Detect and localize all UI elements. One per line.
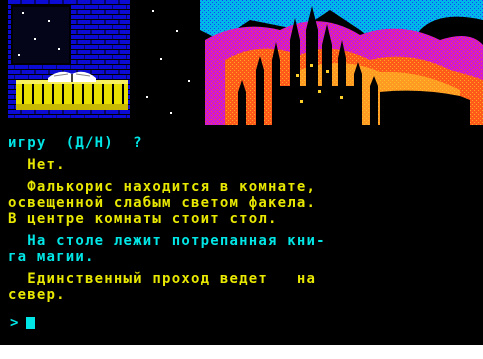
- game-screen: игру (Д/Н) ? Нет. Фалькорис находится в …: [0, 0, 483, 345]
- log-line: В центре комнаты стоит стол.: [8, 211, 278, 227]
- table: [16, 80, 128, 110]
- scene-illustration: [0, 0, 483, 125]
- log-line: игру (Д/Н) ?: [8, 135, 143, 151]
- night-window: [11, 5, 71, 65]
- log-line: Фалькорис находится в комнате,: [8, 179, 317, 195]
- log-line: Нет.: [8, 157, 66, 173]
- log-line: освещенной слабым светом факела.: [8, 195, 317, 211]
- text-log: игру (Д/Н) ? Нет. Фалькорис находится в …: [0, 125, 483, 345]
- command-prompt[interactable]: >: [10, 315, 36, 331]
- night-sky: [140, 0, 200, 125]
- log-line: север.: [8, 287, 66, 303]
- text-cursor[interactable]: [26, 317, 36, 329]
- log-line: га магии.: [8, 249, 95, 265]
- prompt-symbol: >: [10, 315, 19, 331]
- log-line: Единственный проход ведет на: [8, 271, 317, 287]
- log-line: На столе лежит потрепанная кни-: [8, 233, 326, 249]
